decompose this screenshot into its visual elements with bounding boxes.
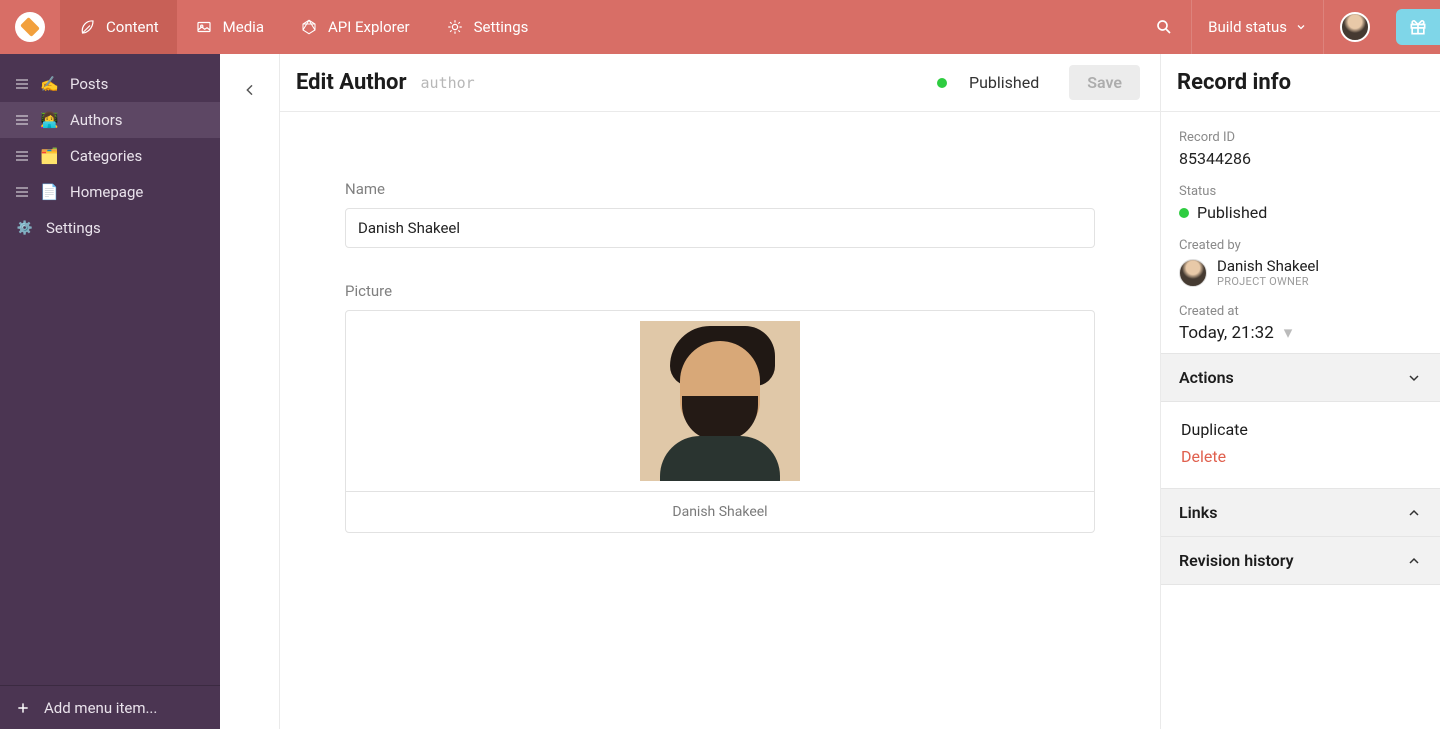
revision-section-label: Revision history <box>1179 551 1294 570</box>
app-logo[interactable] <box>15 12 45 42</box>
sidebar-item-label: Authors <box>70 111 123 129</box>
picture-preview-box[interactable]: Danish Shakeel <box>345 310 1095 533</box>
actions-section-body: Duplicate Delete <box>1161 402 1440 488</box>
name-field-label: Name <box>345 180 1095 198</box>
save-button[interactable]: Save <box>1069 65 1140 100</box>
leaf-icon <box>78 18 96 36</box>
posts-emoji-icon: ✍️ <box>40 75 58 93</box>
created-at-label: Created at <box>1179 304 1422 319</box>
picture-caption: Danish Shakeel <box>346 491 1094 532</box>
actions-section-header[interactable]: Actions <box>1161 353 1440 402</box>
published-status-text: Published <box>969 73 1039 92</box>
homepage-emoji-icon: 📄 <box>40 183 58 201</box>
name-input[interactable] <box>345 208 1095 248</box>
chevron-up-icon <box>1406 505 1422 521</box>
caret-down-icon: ▾ <box>1284 323 1293 343</box>
images-icon <box>195 18 213 36</box>
chevron-left-icon <box>242 82 258 98</box>
field-picture: Picture Danish Shakeel <box>345 282 1095 533</box>
add-menu-item-label: Add menu item... <box>44 699 157 717</box>
topnav-api-explorer[interactable]: API Explorer <box>282 0 428 54</box>
build-status-label: Build status <box>1208 18 1287 36</box>
sidebar-item-categories[interactable]: 🗂️ Categories <box>0 138 220 174</box>
topnav-settings-label: Settings <box>474 18 529 36</box>
topbar-right: Build status <box>1137 0 1440 54</box>
sidebar-item-homepage[interactable]: 📄 Homepage <box>0 174 220 210</box>
picture-image <box>640 321 800 481</box>
build-status-menu[interactable]: Build status <box>1191 0 1323 54</box>
status-value: Published <box>1197 203 1267 222</box>
cog-icon <box>446 18 464 36</box>
chevron-up-icon <box>1406 553 1422 569</box>
drag-handle-icon <box>16 187 28 197</box>
drag-handle-icon <box>16 115 28 125</box>
content-container: ✍️ Posts 👩‍💻 Authors 🗂️ Categories 📄 Hom… <box>0 54 1440 729</box>
sidebar-item-label: Homepage <box>70 183 143 201</box>
drag-handle-icon <box>16 151 28 161</box>
sidebar-item-label: Posts <box>70 75 108 93</box>
status-dot-icon <box>1179 208 1189 218</box>
left-sidebar: ✍️ Posts 👩‍💻 Authors 🗂️ Categories 📄 Hom… <box>0 54 220 729</box>
topnav-content-label: Content <box>106 18 159 36</box>
sidebar-item-posts[interactable]: ✍️ Posts <box>0 66 220 102</box>
topnav-content[interactable]: Content <box>60 0 177 54</box>
user-avatar-icon <box>1340 12 1370 42</box>
back-button[interactable] <box>242 82 258 729</box>
top-nav: Content Media API Explorer Settings <box>60 0 546 54</box>
creator-avatar-icon <box>1179 259 1207 287</box>
search-button[interactable] <box>1137 0 1191 54</box>
main-editor: Edit Author author Published Save Name P… <box>280 54 1160 729</box>
field-name: Name <box>345 180 1095 248</box>
chevron-down-icon <box>1406 370 1422 386</box>
plus-icon <box>16 701 30 715</box>
creator-name: Danish Shakeel <box>1217 257 1319 275</box>
page-title: Edit Author <box>296 70 407 95</box>
topnav-media[interactable]: Media <box>177 0 282 54</box>
graphql-icon <box>300 18 318 36</box>
gift-icon <box>1408 17 1428 37</box>
chevron-down-icon <box>1295 21 1307 33</box>
top-bar: Content Media API Explorer Settings Buil… <box>0 0 1440 54</box>
record-info-title: Record info <box>1177 70 1291 95</box>
picture-field-label: Picture <box>345 282 1095 300</box>
sidebar-item-authors[interactable]: 👩‍💻 Authors <box>0 102 220 138</box>
sidebar-item-settings[interactable]: ⚙️ Settings <box>0 210 220 246</box>
created-at-value: Today, 21:32 <box>1179 323 1274 343</box>
status-label: Status <box>1179 184 1422 199</box>
duplicate-action[interactable]: Duplicate <box>1181 416 1420 443</box>
sidebar-item-label: Settings <box>46 219 101 237</box>
add-menu-item-button[interactable]: Add menu item... <box>0 685 220 729</box>
published-status-dot <box>937 78 947 88</box>
editor-header: Edit Author author Published Save <box>280 54 1160 112</box>
drag-handle-icon <box>16 79 28 89</box>
creator-role: PROJECT OWNER <box>1217 275 1319 288</box>
delete-action[interactable]: Delete <box>1181 443 1420 470</box>
categories-emoji-icon: 🗂️ <box>40 147 58 165</box>
revision-section-header[interactable]: Revision history <box>1161 537 1440 585</box>
links-section-header[interactable]: Links <box>1161 488 1440 537</box>
created-at-toggle[interactable]: Today, 21:32 ▾ <box>1179 323 1422 343</box>
record-id-label: Record ID <box>1179 130 1422 145</box>
account-avatar[interactable] <box>1323 0 1386 54</box>
gift-button[interactable] <box>1396 9 1440 45</box>
actions-section-label: Actions <box>1179 368 1234 387</box>
created-by-label: Created by <box>1179 238 1422 253</box>
record-info-panel: Record info Record ID 85344286 Status Pu… <box>1160 54 1440 729</box>
gear-icon: ⚙️ <box>16 221 34 236</box>
authors-emoji-icon: 👩‍💻 <box>40 111 58 129</box>
back-strip <box>220 54 280 729</box>
search-icon <box>1155 18 1173 36</box>
topnav-media-label: Media <box>223 18 264 36</box>
record-id-value: 85344286 <box>1179 149 1422 168</box>
sidebar-item-label: Categories <box>70 147 142 165</box>
links-section-label: Links <box>1179 503 1217 522</box>
topnav-settings[interactable]: Settings <box>428 0 547 54</box>
model-slug: author <box>421 74 475 92</box>
form-area: Name Picture D <box>280 112 1160 729</box>
topnav-api-label: API Explorer <box>328 18 410 36</box>
